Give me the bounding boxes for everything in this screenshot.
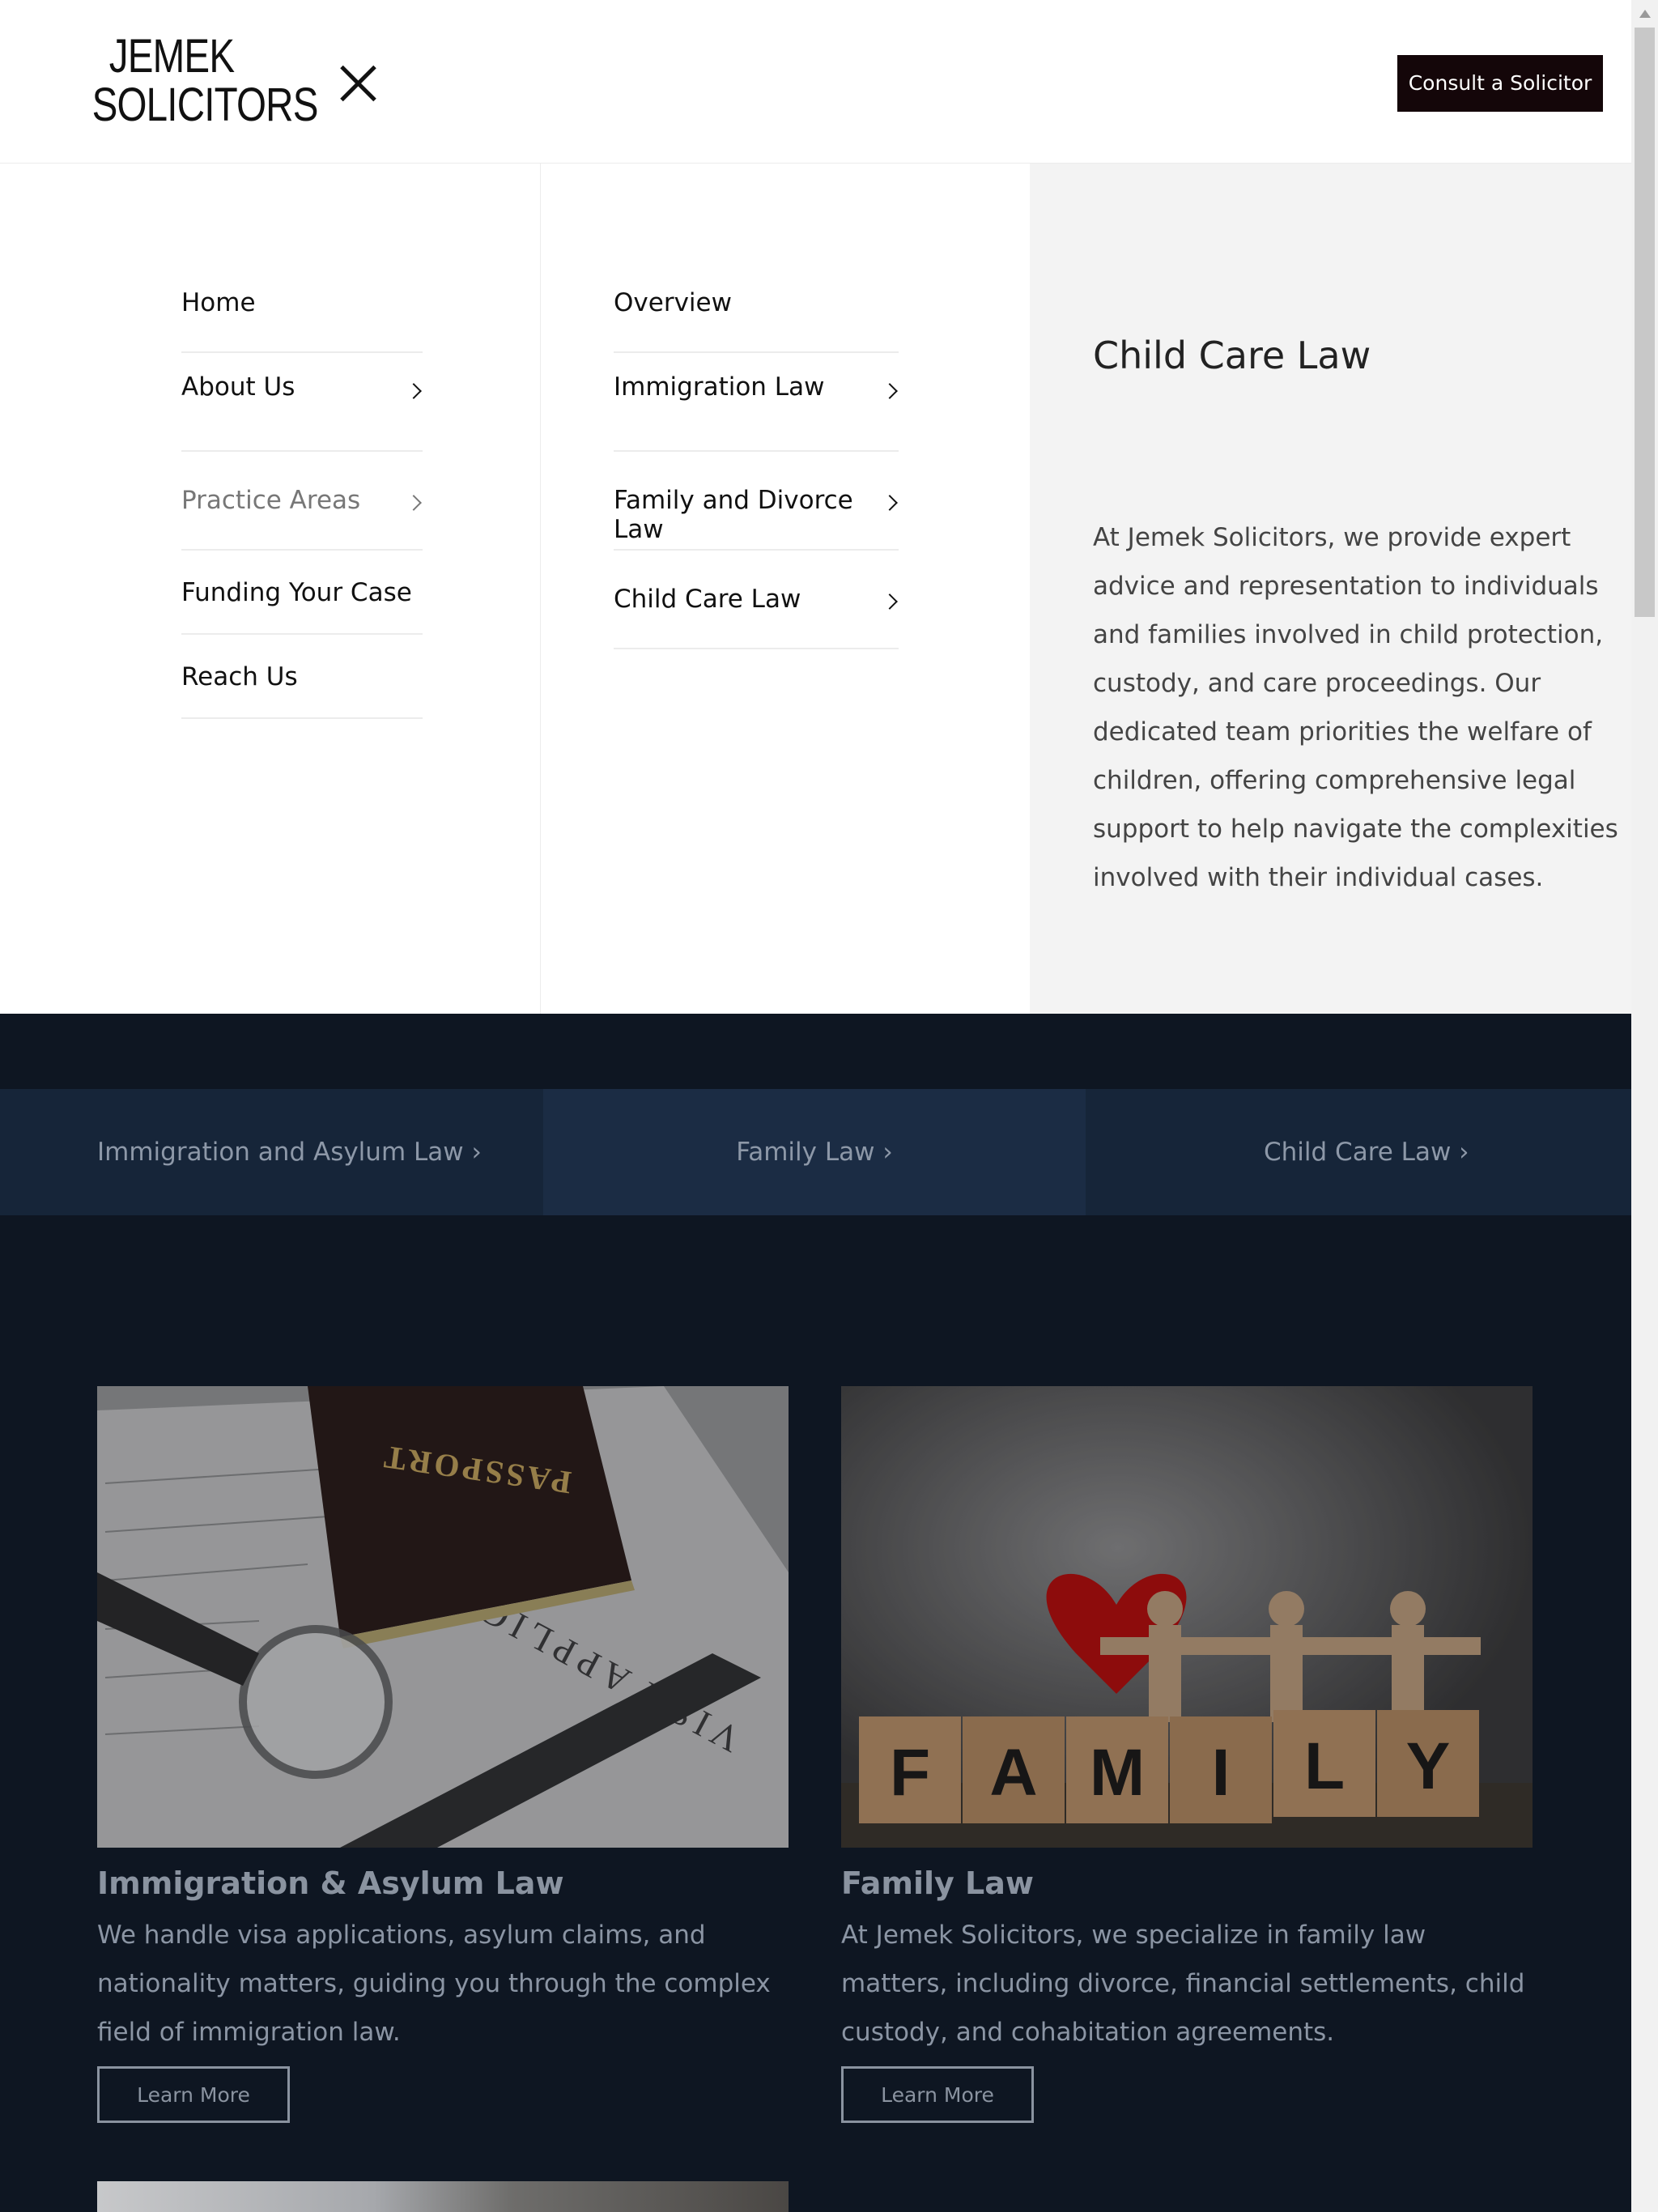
practice-card-family: F A M I L Y Family Law At Jemek Solicito… [841,1386,1533,2123]
learn-more-button[interactable]: Learn More [97,2066,290,2123]
submenu-item-family-divorce-law[interactable]: Family and Divorce Law [614,452,899,551]
card-title: Immigration & Asylum Law [97,1865,564,1901]
site-logo[interactable]: JEMEK SOLICITORS [91,30,319,131]
menu-item-funding-your-case[interactable]: Funding Your Case [181,551,423,635]
submenu-item-overview[interactable]: Overview [614,269,899,353]
logo-line-1: JEMEK [108,30,235,83]
submenu-item-child-care-law[interactable]: Child Care Law [614,551,899,649]
practice-area-tabs: Immigration and Asylum Law › Family Law … [0,1089,1631,1215]
passport-visa-image: VISA APPLICATION PASSPORT [97,1386,789,1848]
consult-solicitor-button[interactable]: Consult a Solicitor [1397,55,1603,112]
card-description: At Jemek Solicitors, we specialize in fa… [841,1921,1525,2047]
menu-item-practice-areas[interactable]: Practice Areas [181,452,423,551]
site-header: JEMEK SOLICITORS Consult a Solicitor [0,0,1631,164]
menu-item-about-us[interactable]: About Us [181,353,423,452]
primary-menu-column: Home About Us Practice Areas Funding You… [0,164,541,1014]
family-blocks-image: F A M I L Y [841,1386,1533,1848]
scroll-up-arrow-icon[interactable] [1639,10,1651,18]
detail-description: At Jemek Solicitors, we provide expert a… [1093,523,1618,892]
menu-item-label: Reach Us [181,662,298,691]
menu-detail-panel: Child Care Law At Jemek Solicitors, we p… [1030,164,1631,1014]
page-scrollbar[interactable] [1631,0,1658,2212]
logo-line-2: SOLICITORS [91,79,319,131]
menu-item-label: Funding Your Case [181,578,412,607]
practice-card-immigration: VISA APPLICATION PASSPORT Immigration & … [97,1386,789,2123]
child-care-card-image [97,2181,789,2212]
detail-title: Child Care Law [1093,334,1371,377]
secondary-menu-column: Overview Immigration Law Family and Divo… [541,164,1030,1014]
menu-item-label: Home [181,288,256,317]
menu-item-label: Practice Areas [181,486,361,515]
learn-more-button[interactable]: Learn More [841,2066,1034,2123]
mega-menu: Home About Us Practice Areas Funding You… [0,164,1631,1014]
submenu-item-immigration-law[interactable]: Immigration Law [614,353,899,452]
practice-areas-submenu: Overview Immigration Law Family and Divo… [614,269,899,649]
primary-menu: Home About Us Practice Areas Funding You… [181,269,423,719]
menu-item-label: Child Care Law [614,585,801,614]
close-icon[interactable] [338,63,379,104]
card-description: We handle visa applications, asylum clai… [97,1921,771,2047]
tab-family-law[interactable]: Family Law › [543,1089,1086,1215]
menu-item-label: Overview [614,288,732,317]
scrollbar-thumb[interactable] [1635,28,1655,617]
tab-immigration-asylum-law[interactable]: Immigration and Asylum Law › [0,1089,543,1215]
menu-item-label: About Us [181,372,295,402]
tab-child-care-law[interactable]: Child Care Law › [1086,1089,1631,1215]
menu-item-label: Family and Divorce Law [614,486,853,544]
menu-item-label: Immigration Law [614,372,825,402]
menu-item-home[interactable]: Home [181,269,423,353]
card-title: Family Law [841,1865,1034,1901]
menu-item-reach-us[interactable]: Reach Us [181,635,423,719]
